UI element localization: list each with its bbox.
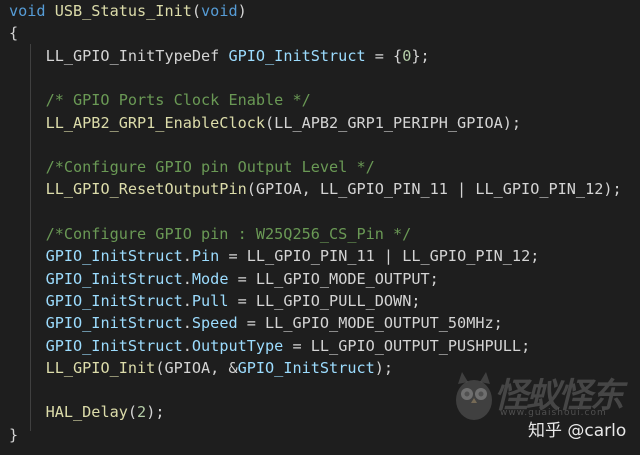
code-line: LL_GPIO_ResetOutputPin(GPIOA, LL_GPIO_PI… [9,178,622,200]
code-token: GPIO_InitStruct [45,269,183,288]
code-line: HAL_Delay(2); [9,401,165,423]
code-token: Pin [191,247,220,266]
code-token: ) [237,2,247,20]
code-token: (GPIOA, LL_GPIO_PIN_11 | LL_GPIO_PIN_12)… [246,180,622,199]
code-line: GPIO_InitStruct.Mode = LL_GPIO_MODE_OUTP… [9,268,439,290]
code-line: LL_GPIO_InitTypeDef GPIO_InitStruct = {0… [9,45,430,67]
code-token: GPIO_InitStruct [45,247,183,266]
code-token: = LL_GPIO_PULL_DOWN; [228,291,421,310]
code-line: void USB_Status_Init(void) [9,0,247,22]
code-token: Mode [191,269,229,288]
code-token: LL_GPIO_InitTypeDef [9,46,229,65]
code-token: { [9,24,19,43]
code-token: . [182,336,192,355]
code-line: } [9,424,18,446]
code-token: 0 [402,46,412,65]
code-token: } [9,425,19,444]
code-line: GPIO_InitStruct.OutputType = LL_GPIO_OUT… [9,335,531,357]
code-token: . [182,247,192,266]
code-token: /* GPIO Ports Clock Enable */ [9,91,311,110]
code-token: = LL_GPIO_PIN_11 | LL_GPIO_PIN_12; [219,247,540,266]
code-token: . [182,269,192,288]
code-token: GPIO_InitStruct [228,46,366,65]
code-token: ); [146,403,165,422]
code-token: USB_Status_Init [54,2,192,20]
code-token: /*Configure GPIO pin : W25Q256_CS_Pin */ [9,225,412,243]
author-credit: 知乎 @carlo [528,421,627,441]
code-token: (LL_APB2_GRP1_PERIPH_GPIOA); [265,113,522,132]
code-token: LL_APB2_GRP1_EnableClock [45,113,266,132]
code-token: 2 [137,403,147,422]
code-token: ); [374,358,394,377]
code-token: HAL_Delay [45,403,128,422]
code-line: GPIO_InitStruct.Pin = LL_GPIO_PIN_11 | L… [9,245,540,267]
code-token: LL_GPIO_Init [45,358,156,377]
code-line: /*Configure GPIO pin Output Level */ [9,156,375,178]
code-token: Pull [191,291,229,310]
code-token: GPIO_InitStruct [45,291,183,310]
code-line: LL_GPIO_Init(GPIOA, &GPIO_InitStruct); [9,357,393,379]
code-token: (GPIOA, & [155,358,238,377]
code-token: = { [365,46,403,65]
code-token: . [182,291,192,310]
code-line: /* GPIO Ports Clock Enable */ [9,89,311,111]
code-token: = LL_GPIO_MODE_OUTPUT; [228,269,439,288]
code-token: void [9,2,55,20]
code-token: GPIO_InitStruct [45,336,183,355]
code-token: Speed [191,314,238,333]
code-token: LL_GPIO_ResetOutputPin [45,180,247,199]
code-line: LL_APB2_GRP1_EnableClock(LL_APB2_GRP1_PE… [9,112,521,134]
code-line: /*Configure GPIO pin : W25Q256_CS_Pin */ [9,223,412,245]
code-line: { [9,22,18,44]
code-line: GPIO_InitStruct.Speed = LL_GPIO_MODE_OUT… [9,312,503,334]
code-token: . [182,314,192,333]
owl-mascot-icon [456,372,492,420]
code-token: = LL_GPIO_OUTPUT_PUSHPULL; [283,336,531,355]
code-token: OutputType [191,336,284,355]
code-token: = LL_GPIO_MODE_OUTPUT_50MHz; [237,314,503,333]
code-token: void [201,2,238,20]
code-token: GPIO_InitStruct [237,358,375,377]
code-line: GPIO_InitStruct.Pull = LL_GPIO_PULL_DOWN… [9,290,421,312]
code-token: GPIO_InitStruct [45,314,183,333]
code-token: /*Configure GPIO pin Output Level */ [9,158,375,177]
code-token: ( [127,403,138,422]
code-editor[interactable]: void USB_Status_Init(void){ LL_GPIO_Init… [0,0,640,455]
code-token: ( [191,2,202,20]
code-token: }; [411,46,430,65]
